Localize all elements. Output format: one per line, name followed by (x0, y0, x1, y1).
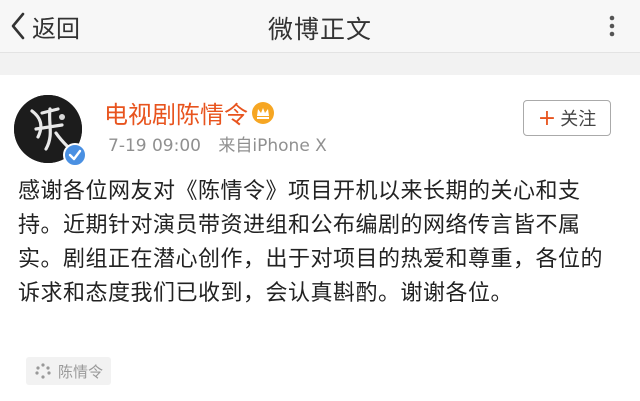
location-pin-icon (35, 363, 51, 379)
topic-tag[interactable]: 陈情令 (26, 357, 112, 385)
crown-icon (257, 107, 269, 119)
verified-badge (63, 143, 87, 167)
post-timestamp: 7-19 09:00 (108, 136, 201, 156)
follow-label: 关注 (560, 109, 597, 130)
page-title: 微博正文 (267, 15, 372, 44)
verified-check-icon (68, 149, 82, 161)
more-button[interactable] (600, 14, 624, 38)
weibo-post-card: 电视剧陈情令 7-19 09:00 来自iPhone X + 关注 感谢各位网友… (0, 75, 640, 401)
more-dots-icon (609, 15, 615, 37)
section-divider (0, 53, 640, 75)
plus-icon: + (537, 105, 557, 131)
post-body-text: 感谢各位网友对《陈情令》项目开机以来长期的关心和支持。近期针对演员带资进组和公布… (18, 179, 604, 306)
post-source: 来自iPhone X (218, 136, 327, 156)
author-name[interactable]: 电视剧陈情令 (104, 95, 274, 130)
topic-label: 陈情令 (58, 362, 104, 381)
vip-badge-icon (252, 101, 274, 124)
author-name-text: 电视剧陈情令 (104, 101, 248, 129)
top-navigation-bar: 返回 微博正文 (0, 0, 640, 53)
follow-button[interactable]: + 关注 (523, 100, 611, 136)
post-meta: 7-19 09:00 来自iPhone X (108, 131, 327, 156)
